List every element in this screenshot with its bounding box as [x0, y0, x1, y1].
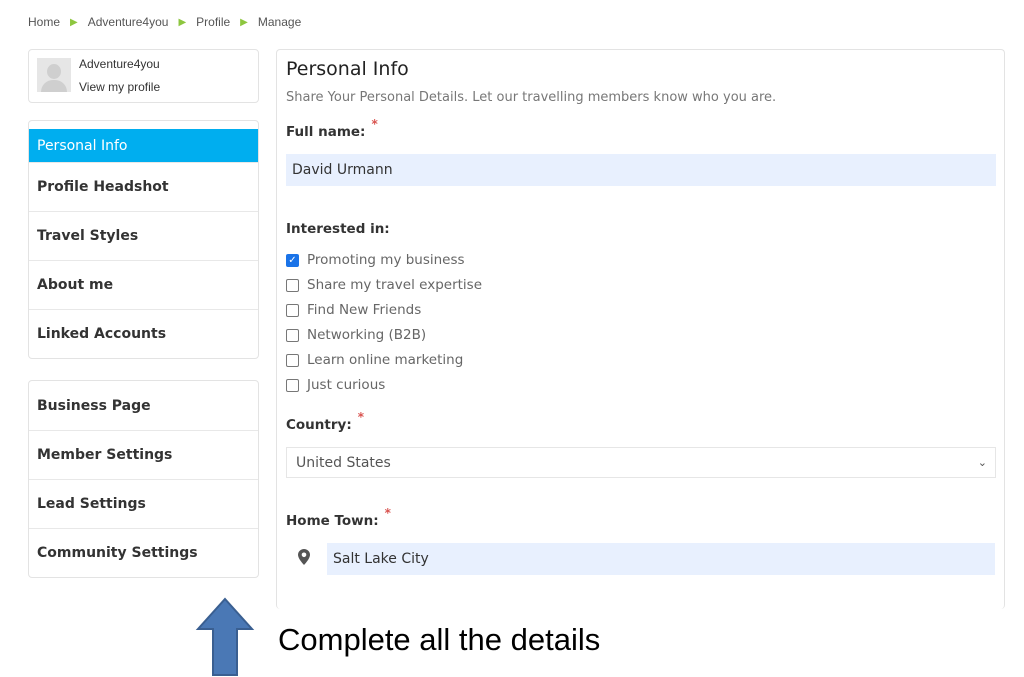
breadcrumb-profile[interactable]: Profile [196, 15, 230, 29]
profile-name: Adventure4you [79, 57, 160, 71]
full-name-input[interactable]: David Urmann [286, 154, 996, 186]
interest-checkbox[interactable]: Networking (B2B) [286, 327, 426, 343]
interest-checkbox[interactable]: Learn online marketing [286, 352, 463, 368]
required-marker: * [371, 117, 378, 131]
view-profile-link[interactable]: View my profile [79, 80, 160, 94]
checkbox-label: Just curious [307, 377, 386, 393]
sidebar-item-personal-info[interactable]: Personal Info [29, 129, 258, 162]
country-select[interactable]: United States ⌄ [286, 447, 996, 478]
sidebar-item-lead-settings[interactable]: Lead Settings [29, 479, 258, 528]
checkbox[interactable] [286, 303, 299, 317]
hometown-input[interactable]: Salt Lake City [327, 543, 995, 575]
sidebar-item-community-settings[interactable]: Community Settings [29, 528, 258, 577]
breadcrumb-home[interactable]: Home [28, 15, 60, 29]
full-name-label: Full name: * [286, 117, 378, 140]
checkbox-label: Networking (B2B) [307, 327, 427, 343]
required-marker: * [384, 506, 391, 520]
checkbox[interactable] [286, 353, 299, 367]
breadcrumb-manage: Manage [257, 15, 302, 29]
profile-card: Adventure4you View my profile [28, 49, 259, 103]
map-pin-icon [298, 549, 310, 565]
checkbox-label: Find New Friends [307, 302, 422, 318]
checkbox[interactable] [286, 278, 299, 292]
hometown-label-text: Home Town: [286, 513, 379, 529]
sidebar-item-member-settings[interactable]: Member Settings [29, 430, 258, 479]
chevron-down-icon: ⌄ [977, 456, 987, 469]
required-marker: * [357, 410, 364, 424]
checkbox-label: Learn online marketing [307, 352, 464, 368]
sidebar-item-profile-headshot[interactable]: Profile Headshot [29, 162, 258, 211]
annotation-caption: Complete all the details [278, 622, 601, 657]
chevron-right-icon: ▶ [240, 16, 248, 28]
checkbox[interactable] [286, 328, 299, 342]
sidebar-item-about-me[interactable]: About me [29, 260, 258, 309]
page-subtitle: Share Your Personal Details. Let our tra… [286, 90, 777, 105]
chevron-right-icon: ▶ [178, 16, 187, 28]
interest-checkbox[interactable]: Find New Friends [286, 302, 421, 318]
checkbox-label: Promoting my business [307, 252, 465, 268]
checkbox[interactable] [286, 378, 299, 392]
full-name-label-text: Full name: [286, 124, 366, 140]
interested-in-label: Interested in: [286, 221, 390, 237]
personal-info-panel: Personal Info Share Your Personal Detail… [276, 49, 1005, 609]
interest-checkbox[interactable]: Just curious [286, 377, 385, 393]
breadcrumb-adventure4you[interactable]: Adventure4you [88, 15, 169, 29]
sidebar-item-business-page[interactable]: Business Page [29, 381, 258, 430]
sidebar-item-travel-styles[interactable]: Travel Styles [29, 211, 258, 260]
up-arrow-icon [195, 597, 255, 676]
chevron-right-icon: ▶ [70, 16, 78, 28]
interest-checkbox[interactable]: ✓ Promoting my business [286, 252, 465, 268]
sidebar-item-linked-accounts[interactable]: Linked Accounts [29, 309, 258, 358]
profile-menu: Personal Info Profile Headshot Travel St… [28, 120, 259, 359]
hometown-label: Home Town: * [286, 506, 391, 529]
settings-menu: Business Page Member Settings Lead Setti… [28, 380, 259, 578]
checkbox-label: Share my travel expertise [307, 277, 482, 293]
page-title: Personal Info [286, 58, 409, 80]
checkbox[interactable]: ✓ [286, 253, 299, 267]
breadcrumb: Home ▶ Adventure4you ▶ Profile ▶ Manage [28, 15, 301, 29]
country-value: United States [296, 454, 391, 471]
avatar[interactable] [37, 58, 71, 92]
country-label-text: Country: [286, 417, 352, 433]
interest-checkbox[interactable]: Share my travel expertise [286, 277, 482, 293]
country-label: Country: * [286, 410, 364, 433]
